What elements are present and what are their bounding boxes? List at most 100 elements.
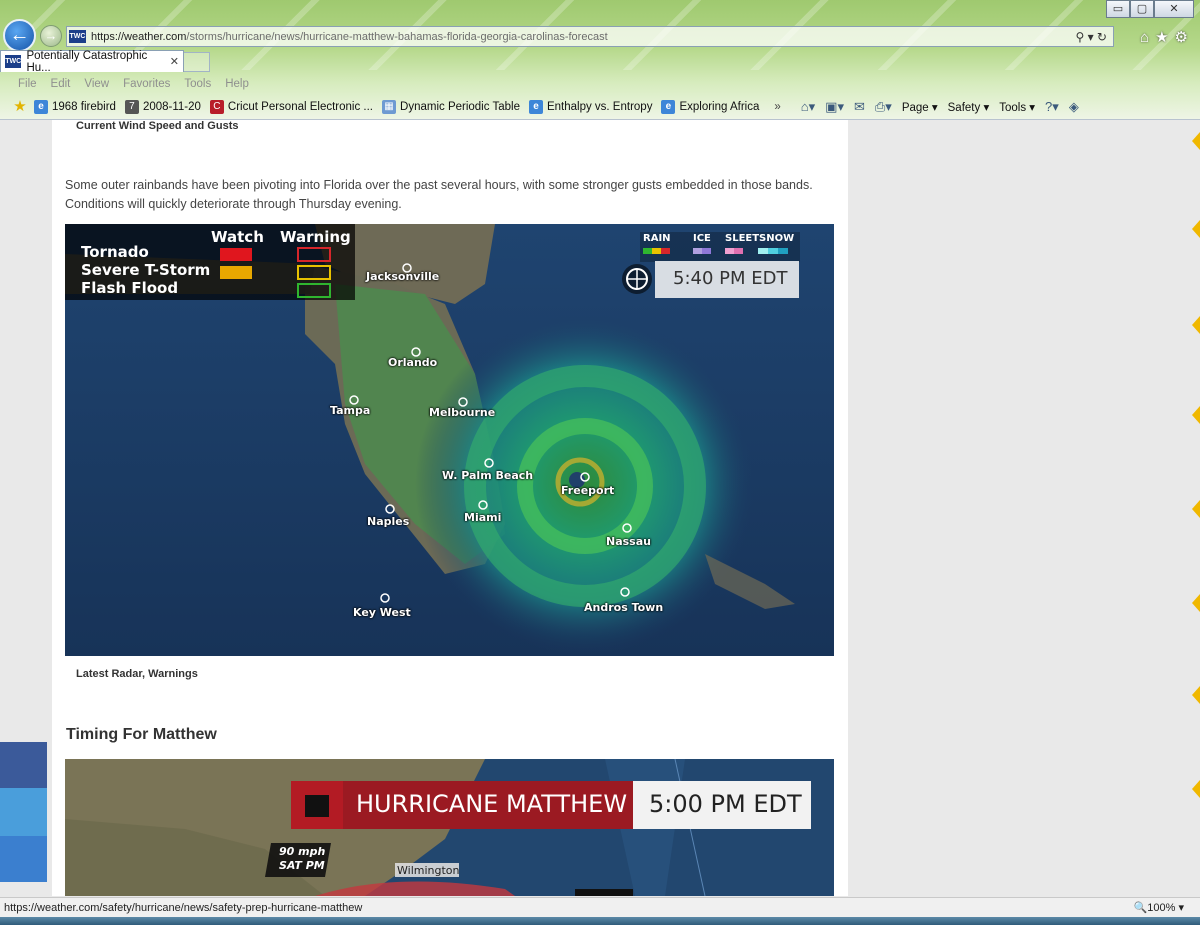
timing-banner-title: HURRICANE MATTHEW <box>356 790 628 818</box>
menu-bar: File Edit View Favorites Tools Help <box>0 73 1200 94</box>
favorite-link[interactable]: 7 2008-11-20 <box>124 100 201 114</box>
legend-severe-tstorm: Severe T-Storm <box>81 261 211 279</box>
article-paragraph: Some outer rainbands have been pivoting … <box>65 178 813 211</box>
city-label-andros-town: Andros Town <box>584 601 664 614</box>
status-bar: https://weather.com/safety/hurricane/new… <box>0 897 1200 917</box>
os-taskbar <box>0 917 1200 925</box>
edge-marker <box>1192 316 1200 334</box>
home-icon[interactable]: ⌂▾ <box>801 99 815 115</box>
twc-favicon-icon: TWC <box>5 55 22 68</box>
restore-button[interactable]: ▢ <box>1130 0 1154 18</box>
url-path: /storms/hurricane/news/hurricane-matthew… <box>186 30 608 43</box>
command-bar: ⌂▾ ▣▾ ✉ ⎙▾ Page ▾ Safety ▾ Tools ▾ ?▾ ◈ <box>801 99 1089 115</box>
tools-menu[interactable]: Tools ▾ <box>999 100 1035 114</box>
favorite-link[interactable]: ▦ Dynamic Periodic Table <box>382 100 520 114</box>
radar-caption: Latest Radar, Warnings <box>76 668 198 680</box>
safety-menu[interactable]: Safety ▾ <box>948 100 990 114</box>
city-label-melbourne: Melbourne <box>429 406 496 419</box>
status-url: https://weather.com/safety/hurricane/new… <box>4 901 363 914</box>
tab-title: Potentially Catastrophic Hu... <box>26 49 148 74</box>
legend-warning-header: Warning <box>280 228 351 246</box>
twc-favicon-icon: TWC <box>69 30 86 43</box>
wind-map-caption: Current Wind Speed and Gusts <box>76 120 239 132</box>
city-label-key-west: Key West <box>353 606 411 619</box>
precip-snow: SNOW <box>759 233 795 244</box>
city-label-west-palm-beach: W. Palm Beach <box>442 469 534 482</box>
article-column: Current Wind Speed and Gusts Some outer … <box>52 120 848 896</box>
legend-rows: Tornado Severe T-Storm Flash Flood <box>81 243 210 297</box>
menu-file[interactable]: File <box>18 78 37 90</box>
page-viewport: Current Wind Speed and Gusts Some outer … <box>0 120 1192 896</box>
precip-sleet: SLEET <box>725 233 760 244</box>
close-window-button[interactable]: ✕ <box>1154 0 1194 18</box>
cricut-icon: C <box>209 100 224 114</box>
ie-page-icon: e <box>34 100 48 114</box>
city-label-naples: Naples <box>367 515 410 528</box>
city-label-tampa: Tampa <box>330 404 371 417</box>
favorite-link[interactable]: e Exploring Africa <box>661 100 759 114</box>
city-label-wilmington: Wilmington <box>397 864 460 877</box>
legend-flash-flood: Flash Flood <box>81 279 179 297</box>
timing-map-image[interactable]: HURRICANE MATTHEW 5:00 PM EDT 90 mph SAT… <box>65 759 834 896</box>
print-icon[interactable]: ⎙▾ <box>875 99 892 115</box>
menu-edit[interactable]: Edit <box>51 78 71 90</box>
browser-chrome: ▭ ▢ ✕ ← → TWC https://weather.com/storms… <box>0 0 1200 120</box>
city-label-jacksonville: Jacksonville <box>366 270 440 283</box>
city-label-orlando: Orlando <box>388 356 438 369</box>
facebook-share-button[interactable] <box>0 742 47 788</box>
wind-speed-label: 90 mph SAT PM <box>279 845 326 872</box>
zoom-control[interactable]: 🔍100% ▾ <box>1134 901 1200 914</box>
research-icon[interactable]: ◈ <box>1069 99 1079 115</box>
legend-tornado: Tornado <box>81 243 149 261</box>
menu-view[interactable]: View <box>84 78 109 90</box>
favorite-link[interactable]: C Cricut Personal Electronic ... <box>209 100 373 114</box>
city-label-miami: Miami <box>464 511 502 524</box>
edge-marker <box>1192 500 1200 518</box>
edge-marker <box>1192 686 1200 704</box>
help-icon[interactable]: ?▾ <box>1045 99 1059 115</box>
tab-bar: TWC Potentially Catastrophic Hu... ✕ <box>0 49 210 74</box>
section-heading: Timing For Matthew <box>66 726 217 743</box>
address-bar[interactable]: TWC https://weather.com/storms/hurricane… <box>66 26 1114 47</box>
address-search-refresh-icons[interactable]: ⚲ ▾ ↻ <box>1075 30 1113 44</box>
mail-icon[interactable]: ✉ <box>854 99 865 115</box>
legend-watch-header: Watch <box>211 228 264 246</box>
menu-favorites[interactable]: Favorites <box>123 78 170 90</box>
window-controls: ▭ ▢ ✕ <box>1106 0 1194 18</box>
tab-close-icon[interactable]: ✕ <box>170 55 179 68</box>
radar-time: 5:40 PM EDT <box>673 268 788 289</box>
minimize-button[interactable]: ▭ <box>1106 0 1130 18</box>
back-arrow-icon[interactable]: ← <box>3 19 36 52</box>
page-icon: 7 <box>124 100 139 114</box>
twitter-share-button[interactable] <box>0 788 47 836</box>
page-menu[interactable]: Page ▾ <box>902 100 938 114</box>
periodic-table-icon: ▦ <box>382 100 397 114</box>
feeds-icon[interactable]: ▣▾ <box>825 99 844 115</box>
city-label-nassau: Nassau <box>606 535 651 548</box>
edge-marker <box>1192 132 1200 150</box>
tab-active[interactable]: TWC Potentially Catastrophic Hu... ✕ <box>0 49 184 74</box>
edge-marker <box>1192 406 1200 424</box>
favorite-link[interactable]: e Enthalpy vs. Entropy <box>528 100 652 114</box>
favorites-bar: ★ e 1968 firebird 7 2008-11-20 C Cricut Per… <box>0 95 1200 119</box>
ie-page-icon: e <box>528 100 543 114</box>
edge-marker <box>1192 594 1200 612</box>
ie-page-icon: e <box>661 100 676 114</box>
url-host: https://weather.com <box>91 30 187 43</box>
page-right-edge <box>1192 120 1200 896</box>
edge-marker <box>1192 780 1200 798</box>
city-label-freeport: Freeport <box>561 484 615 497</box>
favorite-link[interactable]: e 1968 firebird <box>34 100 116 114</box>
precip-ice: ICE <box>693 233 711 244</box>
radar-map-image[interactable]: Watch Warning Tornado Severe T-Storm Fla… <box>65 224 834 656</box>
favorites-star-icon[interactable]: ★ <box>12 99 28 114</box>
menu-help[interactable]: Help <box>225 78 249 90</box>
forward-arrow-icon[interactable]: → <box>40 25 62 47</box>
share-button[interactable] <box>0 836 47 882</box>
home-favorites-settings-icons[interactable]: ⌂★⚙ <box>1140 28 1194 46</box>
new-tab-button[interactable] <box>184 52 210 72</box>
menu-tools[interactable]: Tools <box>184 78 211 90</box>
edge-marker <box>1192 220 1200 238</box>
timing-banner-time: 5:00 PM EDT <box>649 790 802 818</box>
favorites-overflow-chevron-icon[interactable]: » <box>774 101 780 113</box>
